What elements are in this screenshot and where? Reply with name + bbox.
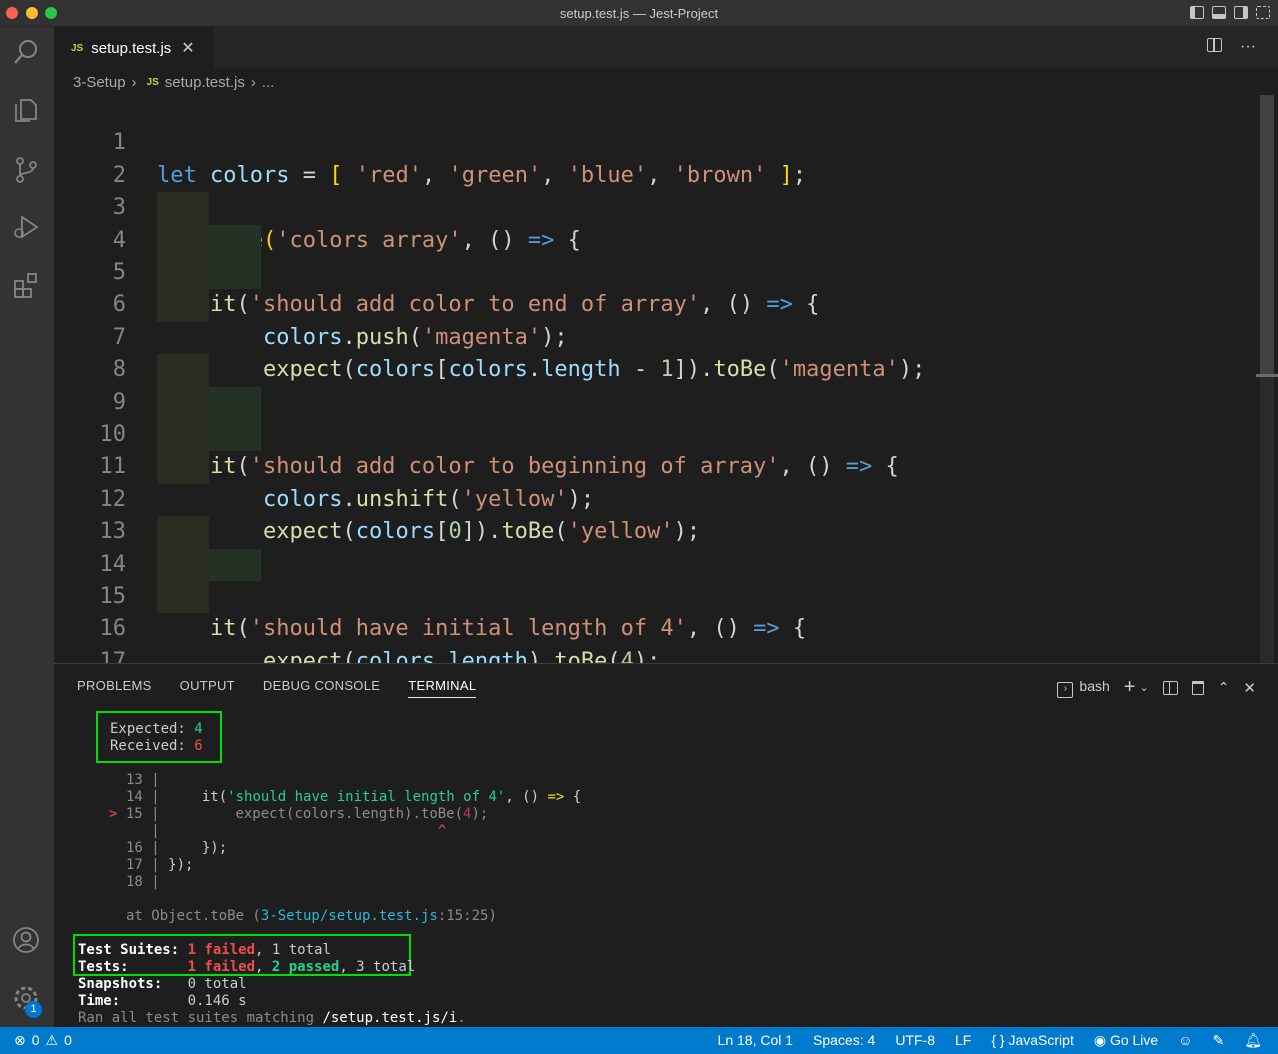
editor-scrollbar-thumb[interactable] xyxy=(1260,95,1274,375)
code-line: 9 it('should add color to beginning of a… xyxy=(54,354,1254,479)
tab-debug-console[interactable]: DEBUG CONSOLE xyxy=(263,678,380,698)
encoding[interactable]: UTF-8 xyxy=(895,1032,935,1049)
tab-close-icon[interactable]: ✕ xyxy=(181,38,194,58)
js-file-icon: JS xyxy=(146,76,159,88)
terminal-code-frame: 14 | it('should have initial length of 4… xyxy=(126,789,582,805)
explorer-icon[interactable] xyxy=(11,95,41,125)
split-editor-icon[interactable] xyxy=(1207,38,1223,52)
customize-layout-icon[interactable] xyxy=(1256,6,1270,19)
breadcrumb: 3-Setup › JS setup.test.js › ... xyxy=(54,69,1278,95)
window-title: setup.test.js — Jest-Project xyxy=(559,6,719,21)
status-bar: ⊗ 0 ⚠ 0 Ln 18, Col 1 Spaces: 4 UTF-8 LF { … xyxy=(0,1027,1278,1054)
chevron-right-icon: › xyxy=(131,73,137,91)
toggle-panel-icon[interactable] xyxy=(1212,6,1226,19)
bottom-panel: PROBLEMS OUTPUT DEBUG CONSOLE TERMINAL ›… xyxy=(54,663,1278,1027)
code-line: 7 }); xyxy=(54,289,1254,415)
terminal-code-frame: 13 | xyxy=(126,772,160,788)
warning-count: 0 xyxy=(64,1032,72,1048)
terminal-code-frame: 17 | }); xyxy=(126,857,194,873)
terminal-code-frame: 18 | xyxy=(126,874,160,890)
tab-output[interactable]: OUTPUT xyxy=(180,678,235,698)
more-actions-icon[interactable]: ··· xyxy=(1240,38,1256,56)
kill-terminal-trash-icon[interactable] xyxy=(1191,680,1204,695)
terminal-code-frame: > 15 | expect(colors.length).toBe(4); xyxy=(109,806,489,822)
breadcrumb-file[interactable]: setup.test.js xyxy=(165,74,245,91)
source-control-icon[interactable] xyxy=(11,155,41,185)
code-line: 2 xyxy=(54,127,1254,188)
tab-terminal[interactable]: TERMINAL xyxy=(408,678,477,698)
code-line: 1 let colors = [ 'red', 'green', 'blue',… xyxy=(54,95,1254,187)
code-line: 3 describe('colors array', () => { xyxy=(54,160,1254,252)
toggle-secondary-sidebar-icon[interactable] xyxy=(1234,6,1248,19)
split-terminal-icon[interactable] xyxy=(1162,680,1178,695)
broadcast-icon: ◉ xyxy=(1093,1032,1107,1048)
title-bar: setup.test.js — Jest-Project xyxy=(0,0,1278,27)
terminal-icon: › xyxy=(1057,681,1074,698)
code-line: 15 expect(colors.length).toBe(4); xyxy=(54,548,1254,663)
code-editor[interactable]: 1 let colors = [ 'red', 'green', 'blue',… xyxy=(54,95,1278,663)
run-debug-icon[interactable] xyxy=(11,212,41,242)
notifications-bell-icon[interactable]: 🔔︎ xyxy=(1244,1032,1262,1049)
code-line: 17 }); xyxy=(54,613,1254,663)
terminal-time: Time: 0.146 s xyxy=(78,993,247,1009)
cursor-position[interactable]: Ln 18, Col 1 xyxy=(718,1032,794,1049)
error-count: 0 xyxy=(31,1032,40,1048)
extensions-icon[interactable] xyxy=(11,270,41,300)
terminal-ran-all: Ran all test suites matching /setup.test… xyxy=(78,1010,466,1026)
terminal-tests: Tests: 1 failed, 2 passed, 3 total xyxy=(78,959,416,975)
code-line: 11 expect(colors[0]).toBe('yellow'); xyxy=(54,419,1254,544)
code-line: 6 expect(colors[colors.length - 1]).toBe… xyxy=(54,257,1254,382)
code-line: 10 colors.unshift('yellow'); xyxy=(54,386,1254,512)
feedback-icon[interactable]: ✎ xyxy=(1212,1032,1224,1049)
accounts-icon[interactable] xyxy=(11,925,41,955)
warning-icon: ⚠ xyxy=(45,1032,59,1048)
terminal-received: Received: 6 xyxy=(110,738,203,754)
code-line: 4 it('should add color to end of array',… xyxy=(54,192,1254,317)
code-line: 5 colors.push('magenta'); xyxy=(54,224,1254,350)
activity-bar: 1 xyxy=(0,27,54,1027)
problems-status[interactable]: ⊗ 0 ⚠ 0 xyxy=(14,1032,72,1049)
editor-scrollbar-marker xyxy=(1256,374,1278,377)
terminal-code-frame: | ^ xyxy=(126,823,447,839)
tab-setup-test-js[interactable]: JS setup.test.js ✕ xyxy=(54,27,214,69)
braces-icon: { } xyxy=(991,1032,1005,1048)
maximize-panel-chevron-up-icon[interactable]: ⌃ xyxy=(1218,679,1230,696)
end-of-line[interactable]: LF xyxy=(955,1032,971,1049)
code-line: 16 }); xyxy=(54,581,1254,641)
indentation[interactable]: Spaces: 4 xyxy=(813,1032,875,1049)
terminal-selector[interactable]: › bash xyxy=(1057,677,1110,698)
code-line: 14 it('should have initial length of 4',… xyxy=(54,516,1254,641)
copilot-icon[interactable]: ☺ xyxy=(1178,1032,1192,1049)
search-icon[interactable] xyxy=(11,37,41,67)
toggle-sidebar-icon[interactable] xyxy=(1190,6,1204,19)
tab-problems[interactable]: PROBLEMS xyxy=(77,678,152,698)
js-file-icon: JS xyxy=(71,42,84,54)
code-line: 13 xyxy=(54,484,1254,544)
language-mode[interactable]: { } JavaScript xyxy=(991,1032,1074,1049)
manage-badge: 1 xyxy=(25,1001,42,1018)
breadcrumb-more[interactable]: ... xyxy=(262,74,275,91)
code-line: 8 xyxy=(54,322,1254,382)
new-terminal-plus-icon[interactable]: + xyxy=(1124,676,1136,699)
chevron-down-icon[interactable]: ⌄ xyxy=(1139,681,1148,694)
error-icon: ⊗ xyxy=(14,1032,26,1048)
shell-name: bash xyxy=(1079,677,1110,694)
code-line: 18 xyxy=(54,646,1254,663)
terminal-stack-trace: at Object.toBe (3-Setup/setup.test.js:15… xyxy=(126,908,497,924)
go-live-button[interactable]: ◉ Go Live xyxy=(1094,1032,1158,1049)
tab-label: setup.test.js xyxy=(91,39,172,57)
breadcrumb-folder[interactable]: 3-Setup xyxy=(73,74,126,91)
chevron-right-icon: › xyxy=(250,73,256,91)
terminal-code-frame: 16 | }); xyxy=(126,840,228,856)
terminal-expected: Expected: 4 xyxy=(110,721,203,737)
editor-tab-bar: JS setup.test.js ✕ ··· xyxy=(54,27,1278,69)
code-line: 12 }); xyxy=(54,451,1254,577)
close-panel-icon[interactable]: ✕ xyxy=(1243,679,1256,697)
terminal-snapshots: Snapshots: 0 total xyxy=(78,976,247,992)
terminal-test-suites: Test Suites: 1 failed, 1 total xyxy=(78,942,331,958)
